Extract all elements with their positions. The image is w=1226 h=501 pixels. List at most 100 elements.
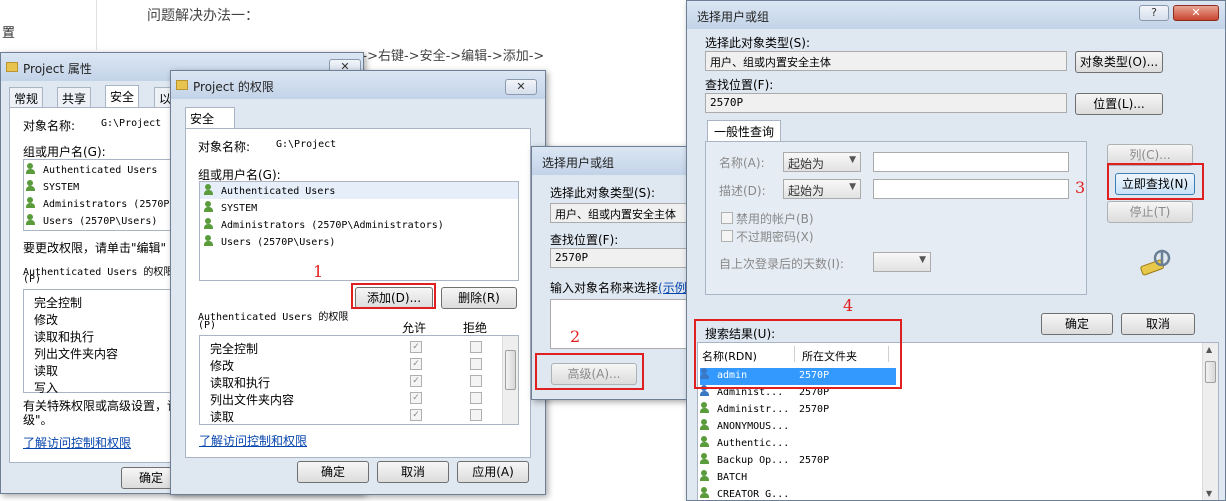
- perm-scrollbar[interactable]: [502, 336, 518, 424]
- perm-label: Authenticated Users 的权限: [198, 312, 349, 323]
- perm-list: 完全控制 修改 读取和执行 列出文件夹内容 读取 ✓ ✓ ✓ ✓ ✓: [199, 335, 519, 425]
- description-label: 描述(D):: [719, 184, 766, 198]
- table-row[interactable]: Administr... 2570P: [700, 402, 829, 419]
- scroll-thumb[interactable]: [505, 350, 516, 390]
- scroll-down-icon[interactable]: ▼: [1206, 489, 1212, 498]
- close-button[interactable]: ✕: [1173, 5, 1219, 21]
- name-starts-combo[interactable]: 起始为 ▼: [783, 152, 861, 172]
- deny-checkbox[interactable]: [470, 375, 482, 387]
- group-icon: [700, 487, 714, 499]
- allow-checkbox[interactable]: ✓: [410, 375, 422, 387]
- table-row[interactable]: ANONYMOUS...: [700, 419, 799, 436]
- remove-button[interactable]: 删除(R): [441, 287, 517, 309]
- object-type-label: 选择此对象类型(S):: [550, 186, 656, 200]
- object-name-label: 对象名称:: [198, 140, 251, 154]
- group-icon: [26, 180, 40, 192]
- close-button[interactable]: ✕: [505, 79, 537, 95]
- cancel-button[interactable]: 取消: [377, 461, 449, 483]
- list-item[interactable]: Administrators (2570P: [26, 197, 169, 214]
- document-instruction: ...->右键->安全->编辑->添加->: [350, 49, 545, 64]
- perm-item: 读取: [34, 364, 59, 378]
- tab-sharing[interactable]: 共享: [57, 87, 92, 107]
- non-expiring-checkbox[interactable]: [721, 230, 733, 242]
- scroll-up-icon[interactable]: ▲: [1206, 345, 1212, 354]
- object-types-button[interactable]: 对象类型(O)...: [1075, 51, 1163, 73]
- days-combo[interactable]: ▼: [873, 252, 931, 272]
- scroll-thumb[interactable]: [1205, 361, 1216, 383]
- deny-checkbox[interactable]: [470, 392, 482, 404]
- group-icon: [204, 201, 218, 213]
- perm-list: 完全控制 修改 读取和执行 列出文件夹内容 读取 写入: [23, 289, 173, 395]
- folder-icon: [6, 62, 18, 72]
- list-item[interactable]: Authenticated Users: [26, 163, 157, 180]
- perm-item: 读取和执行: [34, 330, 95, 344]
- enter-names-label: 输入对象名称来选择(示例: [550, 281, 687, 295]
- table-row[interactable]: Authentic...: [700, 436, 799, 453]
- description-input[interactable]: [873, 179, 1069, 199]
- chevron-down-icon: ▼: [919, 255, 926, 265]
- disabled-accounts-label: 禁用的帐户(B): [736, 212, 814, 226]
- stop-button[interactable]: 停止(T): [1107, 201, 1193, 223]
- tab-security[interactable]: 安全: [105, 85, 140, 107]
- ok-button[interactable]: 确定: [297, 461, 369, 483]
- table-row[interactable]: CREATOR G...: [700, 487, 799, 500]
- deny-checkbox[interactable]: [470, 409, 482, 421]
- ok-button[interactable]: 确定: [1041, 313, 1113, 335]
- list-item[interactable]: Administrators (2570P\Administrators): [204, 218, 444, 235]
- allow-checkbox[interactable]: ✓: [410, 358, 422, 370]
- locations-button[interactable]: 位置(L)...: [1075, 93, 1163, 115]
- tab-security[interactable]: 安全: [185, 107, 235, 129]
- perm-item: 列出文件夹内容: [210, 393, 295, 407]
- group-icon: [204, 218, 218, 230]
- learn-access-link[interactable]: 了解访问控制和权限: [199, 432, 307, 449]
- tab-general[interactable]: 常规: [9, 87, 44, 107]
- perm-item: 读取和执行: [210, 376, 271, 390]
- annotation-box-advanced: [535, 353, 644, 390]
- name-input[interactable]: [873, 152, 1069, 172]
- list-item[interactable]: SYSTEM: [26, 180, 79, 197]
- group-icon: [26, 197, 40, 209]
- disabled-accounts-checkbox[interactable]: [721, 212, 733, 224]
- non-expiring-label: 不过期密码(X): [736, 230, 814, 244]
- examples-link[interactable]: (示例: [658, 281, 686, 295]
- chevron-down-icon: ▼: [849, 182, 856, 192]
- results-scrollbar[interactable]: ▲ ▼: [1202, 343, 1218, 500]
- deny-header: 拒绝: [463, 321, 488, 335]
- title-bar: 选择用户或组 ? ✕: [687, 1, 1225, 29]
- window-title: 选择用户或组: [697, 10, 770, 24]
- apply-button[interactable]: 应用(A): [457, 461, 529, 483]
- window-title: 选择用户或组: [542, 156, 615, 170]
- list-item[interactable]: Users (2570P\Users): [26, 214, 157, 231]
- window-title: Project 的权限: [193, 80, 274, 94]
- perm-item: 列出文件夹内容: [34, 347, 119, 361]
- annotation-number: 3: [1075, 178, 1086, 197]
- deny-checkbox[interactable]: [470, 341, 482, 353]
- description-starts-combo[interactable]: 起始为 ▼: [783, 179, 861, 199]
- group-icon: [204, 184, 218, 196]
- cancel-button[interactable]: 取消: [1121, 313, 1195, 335]
- location-field: 2570P: [550, 248, 686, 268]
- select-users-window: 选择用户或组 ? ✕ 选择此对象类型(S): 用户、组或内置安全主体 对象类型(…: [686, 0, 1226, 501]
- group-icon: [700, 436, 714, 448]
- list-item[interactable]: Users (2570P\Users): [204, 235, 335, 252]
- list-item[interactable]: SYSTEM: [204, 201, 257, 218]
- allow-checkbox[interactable]: ✓: [410, 409, 422, 421]
- list-item[interactable]: Authenticated Users: [200, 182, 518, 199]
- allow-checkbox[interactable]: ✓: [410, 341, 422, 353]
- perm-item: 读取: [210, 410, 235, 424]
- group-icon: [26, 214, 40, 226]
- window-title: Project 属性: [23, 62, 92, 76]
- document-heading: 问题解决办法一：: [147, 8, 259, 24]
- table-row[interactable]: Backup Op... 2570P: [700, 453, 829, 470]
- user-list: Authenticated Users SYSTEM Administrator…: [23, 159, 173, 231]
- table-row[interactable]: BATCH: [700, 470, 799, 487]
- learn-access-link[interactable]: 了解访问控制和权限: [23, 434, 131, 451]
- object-name-value: G:\Project: [101, 118, 162, 129]
- help-button[interactable]: ?: [1139, 5, 1169, 21]
- allow-checkbox[interactable]: ✓: [410, 392, 422, 404]
- deny-checkbox[interactable]: [470, 358, 482, 370]
- days-since-logon-label: 自上次登录后的天数(I):: [719, 257, 844, 271]
- tab-common-queries[interactable]: 一般性查询: [707, 120, 782, 142]
- chevron-down-icon: ▼: [849, 155, 856, 165]
- name-label: 名称(A):: [719, 156, 765, 170]
